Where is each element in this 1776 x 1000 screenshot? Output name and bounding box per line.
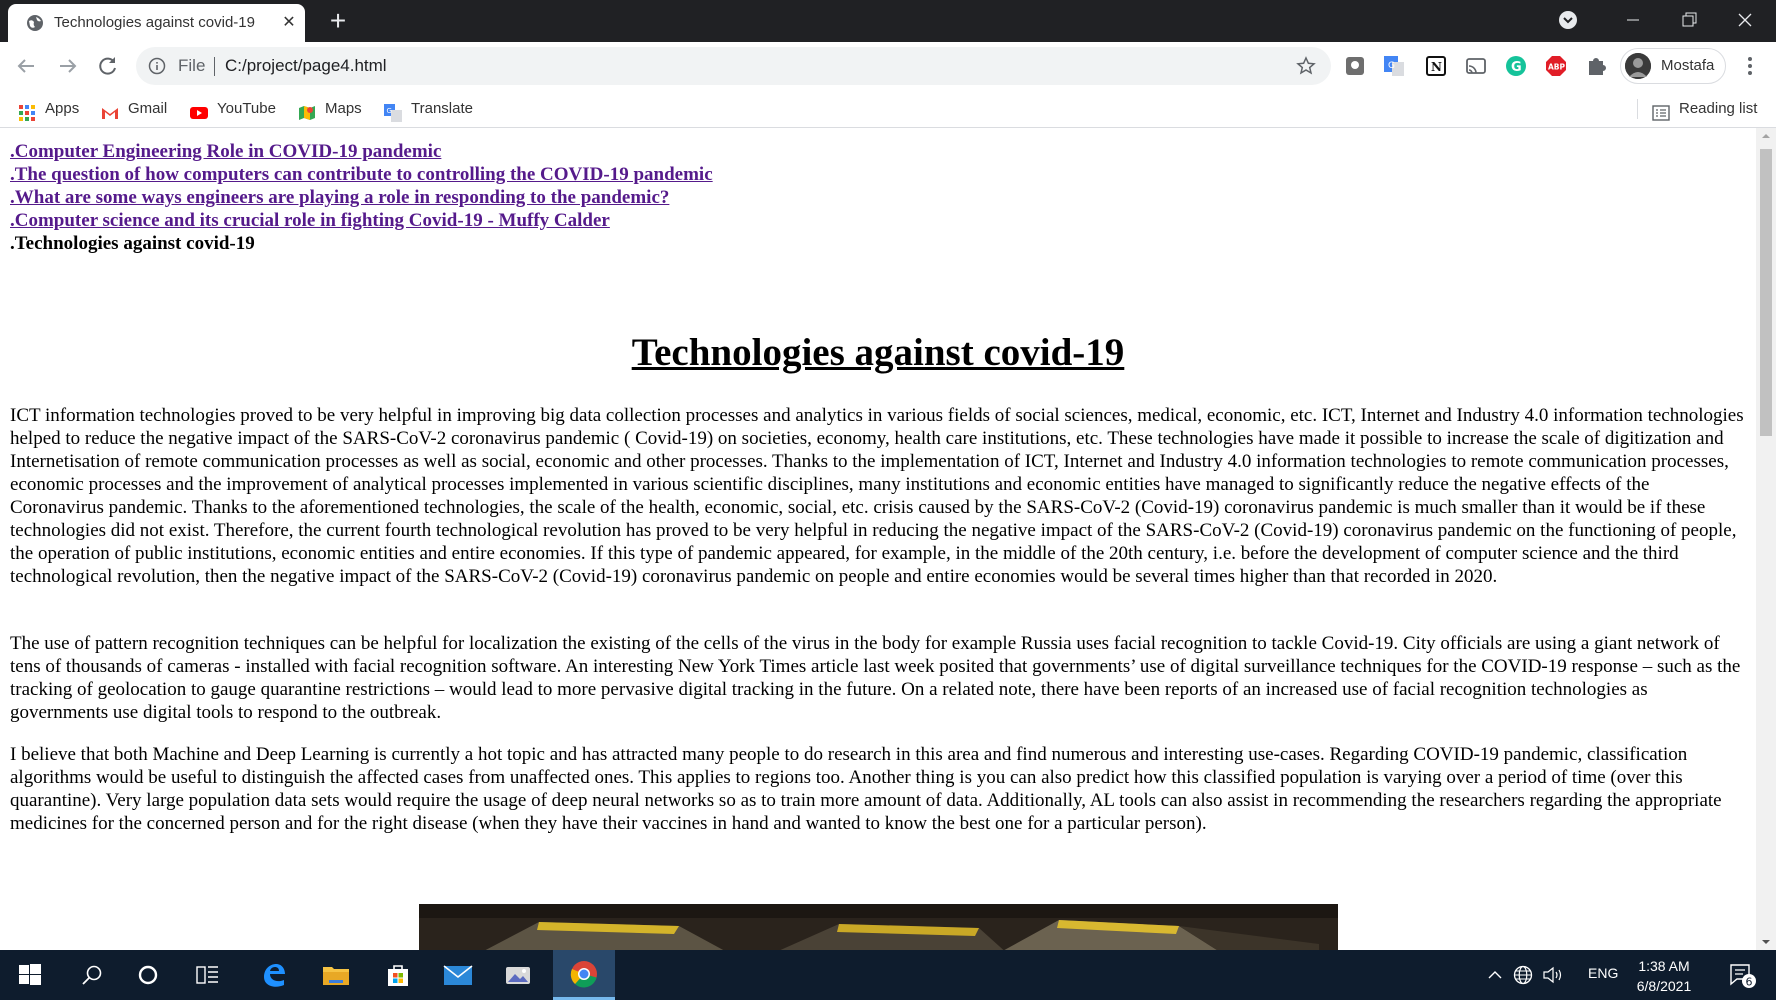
windows-start-icon[interactable] (2, 950, 58, 1000)
gmail-icon (101, 99, 119, 120)
volume-icon[interactable] (1538, 950, 1568, 1000)
forward-arrow-icon[interactable] (52, 50, 84, 82)
toc-link-computers-controlling-pandemic[interactable]: .The question of how computers can contr… (10, 163, 1210, 186)
bookmark-label: Apps (45, 100, 80, 117)
bookmark-label: Translate (411, 100, 473, 117)
bookmark-translate[interactable]: G Translate (384, 90, 473, 128)
globe-icon (26, 14, 44, 32)
page-title: Technologies against covid-19 (631, 331, 1125, 374)
microsoft-store-icon[interactable] (370, 950, 426, 1000)
notification-count: 6 (1746, 976, 1753, 989)
bookmark-label: Gmail (128, 100, 168, 117)
search-icon[interactable] (64, 950, 120, 1000)
svg-text:G: G (1388, 61, 1395, 71)
reading-list-icon (1652, 99, 1670, 121)
restore-button[interactable] (1662, 0, 1716, 40)
url-text[interactable]: C:/project/page4.html (225, 47, 387, 85)
toc-current-page: .Technologies against covid-19 (10, 233, 255, 254)
task-view-icon[interactable] (180, 950, 236, 1000)
toc-link-computer-science-crucial-role[interactable]: .Computer science and its crucial role i… (10, 209, 1210, 232)
extension-square-icon[interactable] (1343, 54, 1367, 78)
notion-icon[interactable]: N (1424, 54, 1448, 78)
windows-taskbar: ENG 1:38 AM 6/8/2021 6 (0, 950, 1776, 1000)
bookmark-youtube[interactable]: YouTube (190, 90, 276, 128)
mail-icon[interactable] (430, 950, 486, 1000)
svg-text:G: G (1511, 60, 1522, 75)
article-paragraph: ICT information technologies proved to b… (10, 405, 1744, 587)
bookmark-maps[interactable]: Maps (298, 90, 362, 128)
clock-time: 1:38 AM (1638, 958, 1690, 974)
cortana-icon[interactable] (120, 950, 176, 1000)
extensions-puzzle-icon[interactable] (1584, 54, 1608, 78)
reload-icon[interactable] (92, 50, 124, 82)
edge-icon[interactable] (246, 950, 302, 1000)
browser-titlebar: Technologies against covid-19 ✕ + (0, 0, 1776, 42)
scrollbar-thumb[interactable] (1760, 149, 1772, 436)
reading-list-label: Reading list (1679, 100, 1758, 117)
reading-list-button[interactable]: Reading list (1652, 90, 1757, 128)
bookmark-star-icon[interactable] (1296, 56, 1316, 76)
new-tab-button[interactable]: + (322, 6, 354, 38)
photos-app-icon[interactable] (490, 950, 546, 1000)
toc-link-computer-engineering-role[interactable]: .Computer Engineering Role in COVID-19 p… (10, 140, 1210, 163)
system-clock[interactable]: 1:38 AM 6/8/2021 (1624, 956, 1704, 996)
scroll-down-arrow-icon[interactable] (1756, 934, 1776, 950)
svg-text:N: N (1431, 60, 1442, 74)
youtube-icon (190, 99, 208, 120)
bookmarks-bar: Apps Gmail YouTube Maps G Translate Read… (0, 90, 1776, 128)
file-explorer-icon[interactable] (308, 950, 364, 1000)
scheme-label: File (178, 56, 206, 75)
chevron-up-icon[interactable] (1484, 950, 1506, 1000)
bookmark-label: YouTube (217, 100, 276, 117)
cast-icon[interactable] (1464, 54, 1488, 78)
close-window-button[interactable] (1718, 0, 1772, 40)
vertical-scrollbar[interactable] (1756, 128, 1776, 950)
google-translate-icon[interactable]: G (1382, 54, 1406, 78)
tab-search-icon[interactable] (1558, 10, 1578, 30)
chrome-taskbar-icon[interactable] (553, 950, 615, 1000)
svg-text:G: G (387, 107, 392, 115)
table-of-contents: .Computer Engineering Role in COVID-19 p… (10, 140, 1210, 255)
clock-date: 6/8/2021 (1636, 978, 1692, 994)
network-globe-icon[interactable] (1508, 950, 1538, 1000)
back-arrow-icon[interactable] (10, 50, 42, 82)
more-menu-icon[interactable] (1740, 52, 1760, 80)
grammarly-icon[interactable]: G (1504, 54, 1528, 78)
profile-name: Mostafa (1661, 57, 1715, 74)
google-translate-icon: G (384, 99, 402, 123)
bookmarks-divider (1637, 99, 1638, 119)
profile-button[interactable]: Mostafa (1620, 48, 1726, 84)
avatar (1625, 53, 1651, 79)
browser-toolbar: File C:/project/page4.html G N G ABP Mos… (0, 42, 1776, 90)
tab-title: Technologies against covid-19 (54, 14, 255, 31)
address-bar[interactable]: File C:/project/page4.html (136, 47, 1331, 85)
svg-text:ABP: ABP (1548, 63, 1566, 72)
bookmark-apps[interactable]: Apps (18, 90, 79, 128)
apps-grid-icon (18, 99, 36, 122)
page-viewport: .Computer Engineering Role in COVID-19 p… (0, 128, 1756, 950)
maps-icon (298, 99, 316, 121)
adblock-plus-icon[interactable]: ABP (1544, 54, 1568, 78)
article-paragraph: The use of pattern recognition technique… (10, 633, 1741, 723)
article-image (419, 904, 1338, 950)
bookmark-gmail[interactable]: Gmail (101, 90, 167, 128)
omnibox-separator (214, 57, 215, 76)
browser-tab[interactable]: Technologies against covid-19 ✕ (8, 4, 305, 42)
language-indicator[interactable]: ENG (1588, 965, 1618, 981)
action-center-icon[interactable]: 6 (1714, 950, 1770, 1000)
bookmark-label: Maps (325, 100, 362, 117)
article-paragraph: I believe that both Machine and Deep Lea… (10, 744, 1722, 834)
info-icon[interactable] (148, 57, 166, 75)
scroll-up-arrow-icon[interactable] (1756, 128, 1776, 144)
minimize-button[interactable] (1606, 0, 1660, 40)
toc-link-engineers-role[interactable]: .What are some ways engineers are playin… (10, 186, 1210, 209)
close-tab-icon[interactable]: ✕ (278, 12, 300, 34)
